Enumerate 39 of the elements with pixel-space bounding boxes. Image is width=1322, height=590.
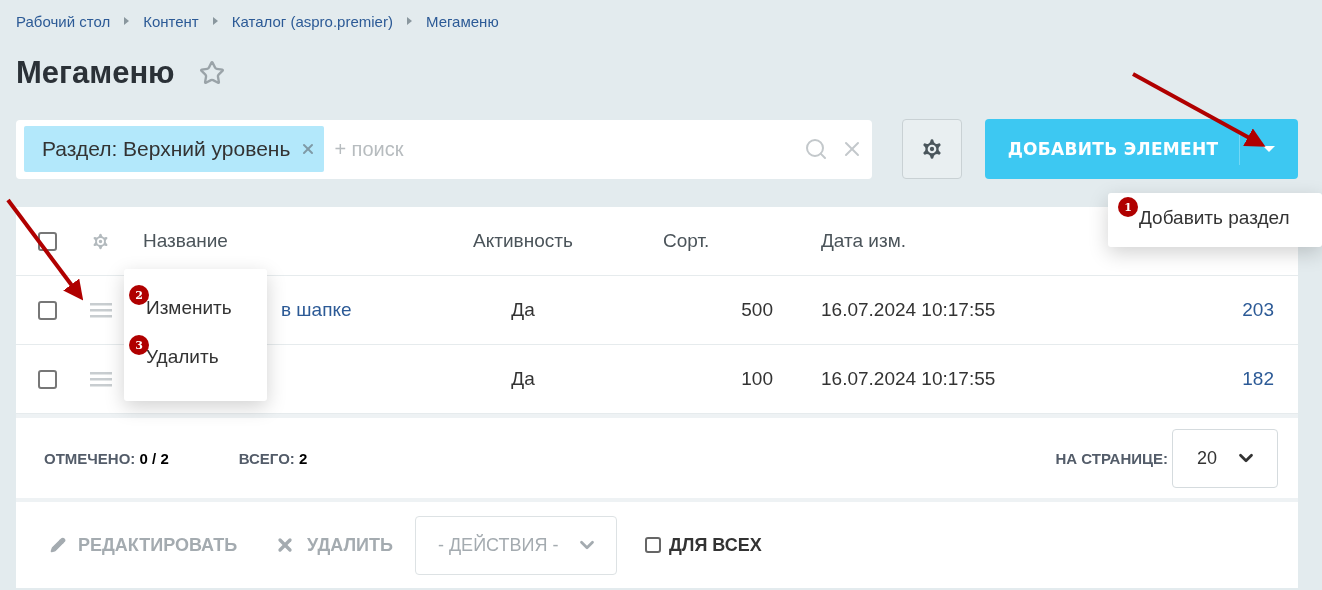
id-link[interactable]: 203 (1073, 299, 1274, 321)
breadcrumb-link[interactable]: Каталог (aspro.premier) (231, 12, 393, 30)
breadcrumb-link[interactable]: Контент (143, 12, 199, 30)
column-header[interactable]: Сорт. (603, 230, 773, 252)
search-icon[interactable] (804, 137, 828, 161)
table-cell-text: 100 (740, 368, 773, 390)
number-badge: 1 (1118, 197, 1138, 217)
table-cell-text: Да (510, 368, 536, 390)
total-count: ВСЕГО: 2 (238, 449, 308, 467)
filter-tag: Раздел: Верхний уровень (24, 126, 325, 172)
checked-count: ОТМЕЧЕНО: 0 / 2 (44, 449, 169, 467)
page-title: Мегаменю (16, 55, 175, 91)
breadcrumb-link[interactable]: Мегаменю (425, 12, 499, 30)
row-checkbox[interactable] (38, 300, 57, 320)
breadcrumb-separator-icon (406, 17, 412, 25)
menu-icon[interactable] (90, 371, 112, 387)
row-checkbox[interactable] (38, 369, 57, 389)
breadcrumb-separator-icon (212, 17, 218, 25)
menu-item[interactable]: 1 Добавить раздел (1108, 193, 1322, 243)
item-link[interactable]: в шапке (281, 299, 352, 321)
table-cell-text: 16.07.2024 10:17:55 (820, 299, 997, 321)
breadcrumb-separator-icon (124, 17, 130, 25)
star-icon[interactable] (198, 60, 225, 86)
per-page-select[interactable]: 20 (1172, 428, 1278, 488)
checkbox[interactable] (644, 537, 661, 553)
per-page-label: НА СТРАНИЦЕ: (1055, 449, 1168, 467)
column-header[interactable]: Название (143, 230, 443, 252)
column-header[interactable]: Дата изм. (773, 230, 1073, 252)
table-cell-text: 500 (740, 299, 773, 321)
column-header[interactable]: Активность (443, 230, 603, 252)
settings-button[interactable] (902, 119, 962, 179)
table-cell-text: 16.07.2024 10:17:55 (820, 368, 997, 390)
pencil-icon (50, 537, 66, 553)
menu-icon[interactable] (90, 302, 112, 318)
for-all-checkbox[interactable]: ДЛЯ ВСЕХ (644, 534, 762, 556)
breadcrumb-link[interactable]: Рабочий стол (16, 12, 111, 30)
id-link[interactable]: 182 (1073, 368, 1274, 390)
table-cell-text: Да (510, 299, 536, 321)
caret-icon (1263, 146, 1275, 152)
